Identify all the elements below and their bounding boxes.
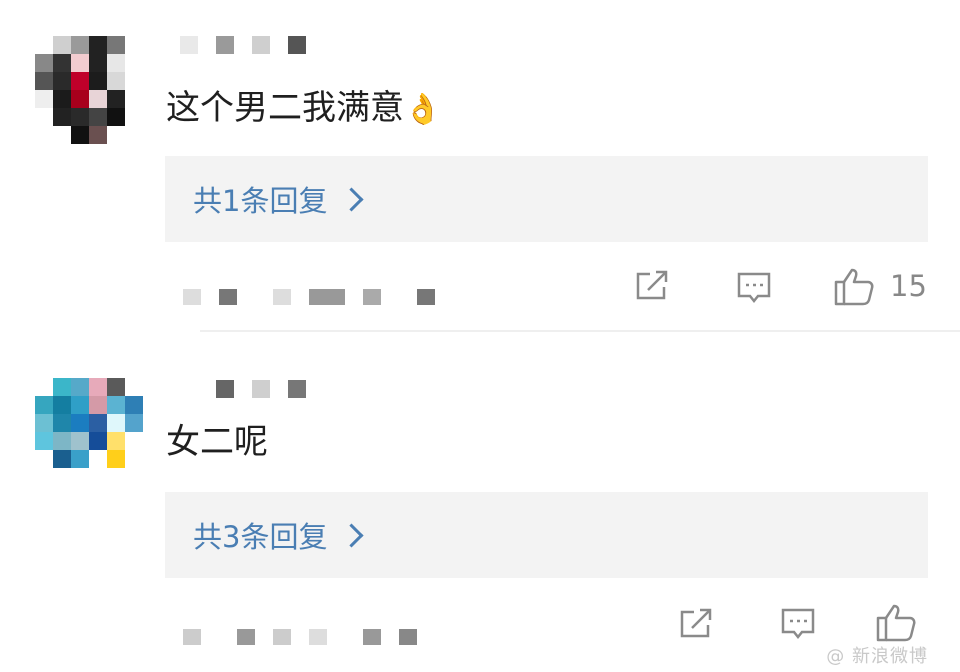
avatar-pixel	[107, 396, 125, 414]
avatar-pixel	[125, 414, 143, 432]
username-pixelated[interactable]	[180, 380, 306, 420]
avatar-pixel	[35, 396, 53, 414]
avatar-pixel	[89, 414, 107, 432]
avatar-pixel	[53, 414, 71, 432]
avatar-pixel	[89, 468, 107, 486]
avatar-pixel	[53, 450, 71, 468]
avatar-pixel	[89, 378, 107, 396]
avatar-pixel	[35, 432, 53, 450]
avatar-pixel	[53, 432, 71, 450]
like-button[interactable]	[876, 602, 918, 642]
avatar-pixel	[71, 414, 89, 432]
chevron-right-icon	[339, 522, 364, 548]
avatar-pixel	[125, 450, 143, 468]
reply-count-label: 共3条回复	[193, 520, 328, 554]
avatar-pixel	[89, 396, 107, 414]
avatar-pixel	[125, 432, 143, 450]
avatar-pixel	[35, 378, 53, 396]
avatar-pixel	[125, 396, 143, 414]
avatar-pixel	[35, 414, 53, 432]
avatar-pixel	[125, 378, 143, 396]
meta-pixelated	[165, 629, 417, 645]
avatar-pixel	[71, 450, 89, 468]
avatar[interactable]	[35, 378, 143, 486]
avatar-pixel	[71, 432, 89, 450]
avatar-pixel	[107, 468, 125, 486]
thumbs-up-icon	[876, 604, 916, 642]
avatar-pixel	[107, 432, 125, 450]
avatar-pixel	[71, 378, 89, 396]
avatar-pixel	[53, 396, 71, 414]
avatar-pixel	[71, 396, 89, 414]
share-button[interactable]	[678, 606, 714, 642]
avatar-pixel	[107, 414, 125, 432]
avatar-pixel	[53, 378, 71, 396]
comment-text: 女二呢	[166, 422, 268, 462]
avatar-pixel	[125, 468, 143, 486]
avatar-pixel	[35, 450, 53, 468]
avatar-pixel	[89, 450, 107, 468]
avatar-pixel	[71, 468, 89, 486]
view-replies-button[interactable]: 共3条回复	[165, 492, 928, 578]
comment-button[interactable]	[780, 606, 816, 642]
avatar-pixel	[53, 468, 71, 486]
watermark: @ 新浪微博	[826, 646, 928, 667]
avatar-pixel	[35, 468, 53, 486]
avatar-pixel	[89, 432, 107, 450]
comment-icon	[781, 608, 815, 640]
avatar-pixel	[107, 378, 125, 396]
share-icon	[680, 608, 712, 638]
comment-item: 女二呢 共3条回复 @ 新浪微博	[0, 0, 960, 672]
avatar-pixel	[107, 450, 125, 468]
